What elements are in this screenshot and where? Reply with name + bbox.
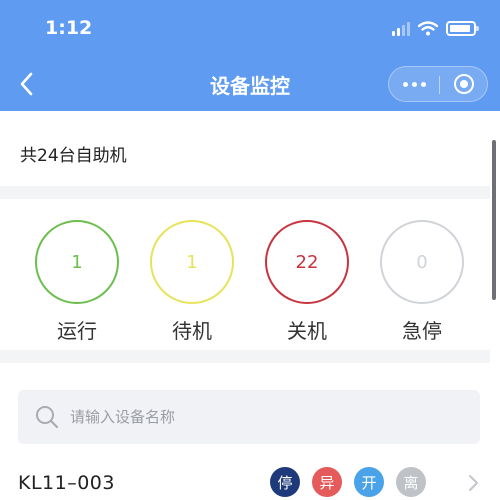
stat-shutdown-label: 关机 — [287, 319, 327, 343]
close-button[interactable] — [439, 67, 489, 101]
total-count-text: 共24台自助机 — [20, 146, 127, 166]
status-badge-open: 开 — [354, 467, 384, 497]
stat-shutdown-circle: 22 — [265, 220, 349, 304]
status-time: 1:12 — [45, 17, 93, 39]
section-divider — [0, 350, 490, 363]
scrollbar[interactable] — [492, 140, 496, 300]
stat-running-circle: 1 — [35, 220, 119, 304]
more-dots-icon — [402, 81, 408, 87]
device-status-badges: 停 异 开 离 — [270, 467, 426, 497]
mini-program-capsule — [388, 66, 488, 102]
wifi-icon — [418, 21, 438, 36]
search-input[interactable] — [70, 408, 450, 426]
stat-shutdown[interactable]: 22 关机 — [265, 220, 349, 344]
stat-standby-circle: 1 — [150, 220, 234, 304]
stat-running-label: 运行 — [57, 319, 97, 343]
stat-emergency-stop-count: 0 — [416, 251, 428, 273]
search-bar — [18, 390, 480, 444]
status-badge-abnormal: 异 — [312, 467, 342, 497]
stat-running[interactable]: 1 运行 — [35, 220, 119, 344]
stat-standby-count: 1 — [186, 251, 198, 273]
battery-icon — [446, 21, 479, 36]
stat-shutdown-count: 22 — [295, 251, 319, 273]
app-header: 1:12 设备监控 — [0, 0, 500, 111]
stat-standby-label: 待机 — [172, 319, 212, 343]
stat-emergency-stop[interactable]: 0 急停 — [380, 220, 464, 344]
stat-emergency-stop-circle: 0 — [380, 220, 464, 304]
status-badge-stopped: 停 — [270, 467, 300, 497]
status-icons — [392, 21, 479, 36]
device-name: KL11–003 — [18, 472, 115, 494]
search-icon — [36, 406, 59, 429]
stat-standby[interactable]: 1 待机 — [150, 220, 234, 344]
signal-icon — [392, 21, 410, 36]
status-badge-offline: 离 — [396, 467, 426, 497]
chevron-right-icon — [469, 475, 478, 491]
stat-emergency-stop-label: 急停 — [402, 319, 442, 343]
more-button[interactable] — [389, 67, 439, 101]
target-circle-icon — [454, 74, 474, 94]
device-list-item[interactable]: KL11–003 停 异 开 离 — [0, 462, 490, 500]
section-divider — [0, 186, 490, 199]
stat-running-count: 1 — [71, 251, 83, 273]
